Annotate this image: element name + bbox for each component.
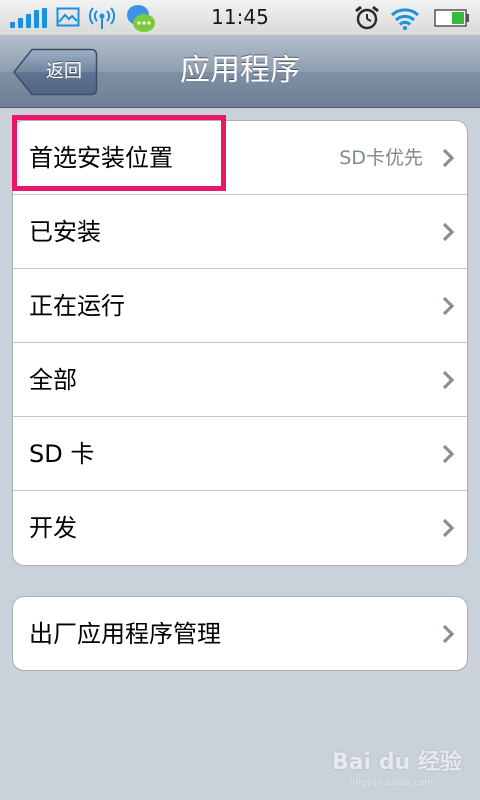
status-bar: 11:45 [0, 0, 480, 36]
alarm-icon [355, 5, 379, 30]
chevron-right-icon [442, 624, 455, 644]
chevron-right-icon [442, 444, 455, 464]
list-item-development[interactable]: 开发 [13, 491, 467, 562]
chevron-right-icon [442, 518, 455, 538]
chat-icon [127, 5, 155, 32]
battery-icon [434, 9, 469, 27]
settings-group: 首选安装位置 SD卡优先 已安装 正在运行 全部 SD 卡 开发 [12, 120, 468, 566]
chevron-right-icon [442, 222, 455, 242]
wifi-icon [390, 8, 420, 30]
list-item-label: SD 卡 [29, 440, 95, 468]
list-item-label: 首选安装位置 [29, 144, 173, 172]
list-item-value: SD卡优先 [339, 147, 423, 169]
back-button[interactable]: 返回 [12, 48, 98, 96]
list-item-label: 开发 [29, 514, 77, 542]
watermark-url: jingyan.baidu.com [350, 778, 434, 788]
list-item-sd-card[interactable]: SD 卡 [13, 417, 467, 491]
list-item-all[interactable]: 全部 [13, 343, 467, 417]
page-title: 应用程序 [180, 53, 300, 88]
list-item-label: 已安装 [29, 218, 101, 246]
chevron-right-icon [442, 148, 455, 168]
status-time: 11:45 [211, 5, 269, 29]
image-icon [56, 7, 80, 27]
nav-bar: 返回 应用程序 [0, 36, 480, 108]
chevron-right-icon [442, 296, 455, 316]
list-item-factory-apps[interactable]: 出厂应用程序管理 [13, 597, 467, 670]
signal-icon [10, 8, 48, 28]
list-item-install-location[interactable]: 首选安装位置 SD卡优先 [13, 121, 467, 195]
factory-group: 出厂应用程序管理 [12, 596, 468, 671]
watermark-logo: Bai du 经验 [332, 750, 462, 775]
hotspot-icon [89, 7, 115, 29]
chevron-right-icon [442, 370, 455, 390]
list-item-label: 正在运行 [29, 292, 125, 320]
list-item-running[interactable]: 正在运行 [13, 269, 467, 343]
back-button-label: 返回 [46, 61, 82, 82]
list-item-label: 出厂应用程序管理 [29, 620, 221, 648]
list-item-installed[interactable]: 已安装 [13, 195, 467, 269]
watermark: Bai du 经验 jingyan.baidu.com [332, 744, 472, 792]
list-item-label: 全部 [29, 366, 77, 394]
